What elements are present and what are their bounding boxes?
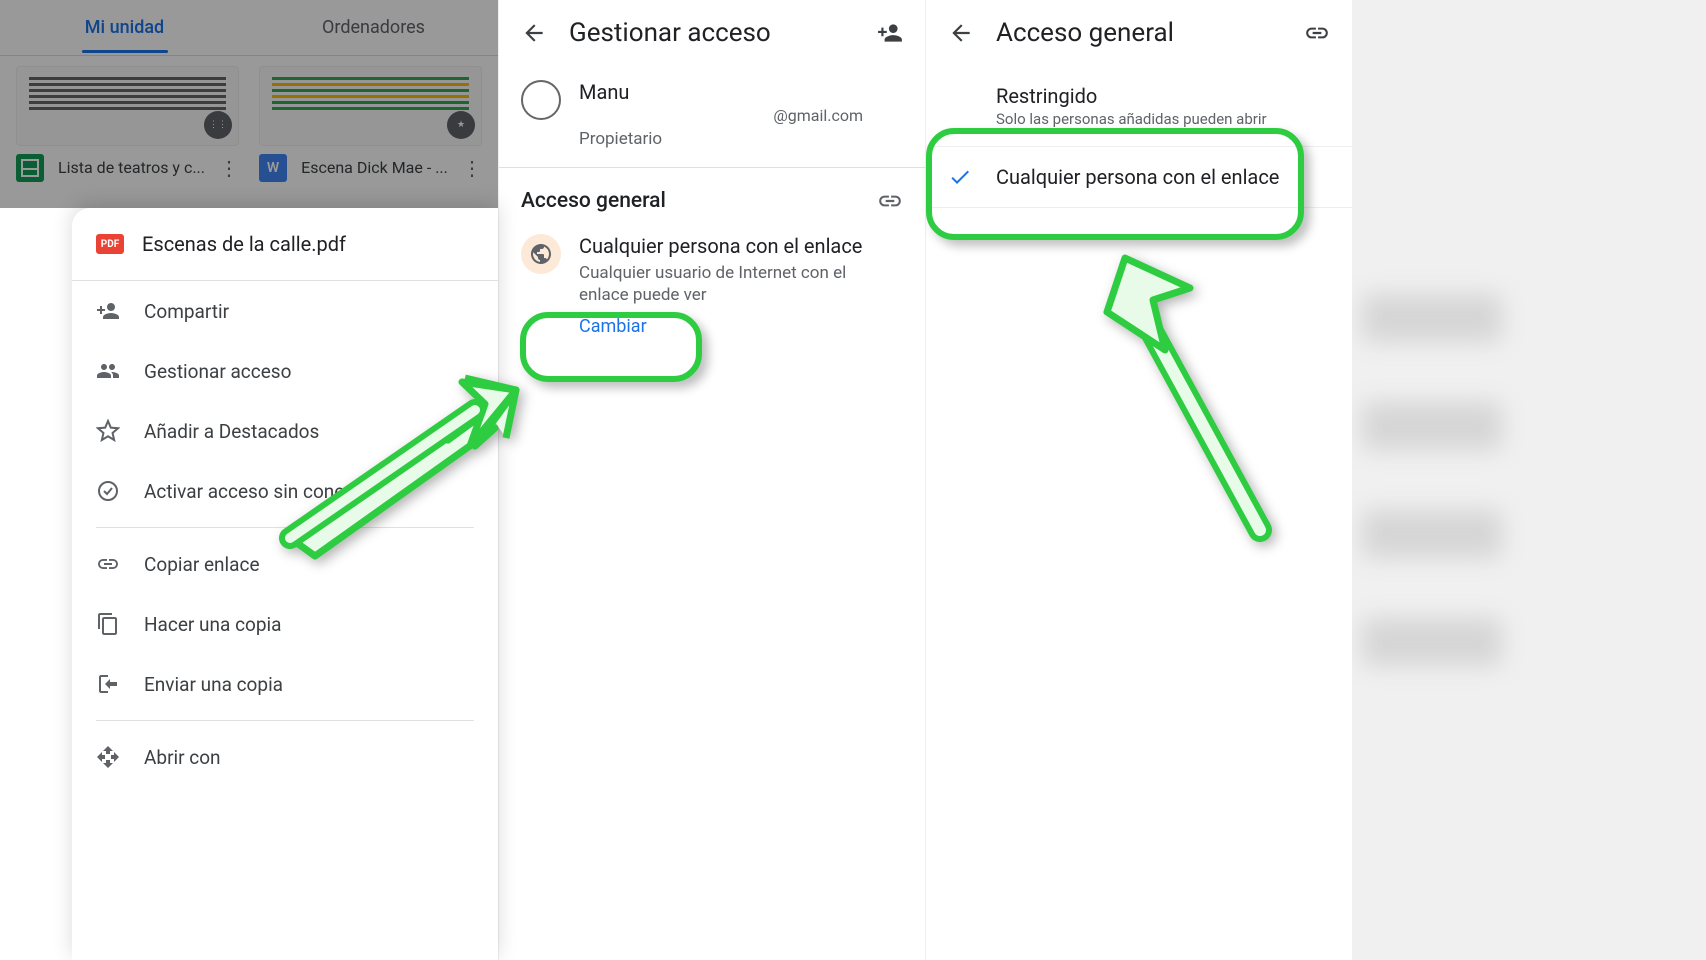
menu-label: Gestionar acceso (144, 360, 291, 383)
drive-panel: Mi unidad Ordenadores ⋮⋮ Lista de teatro… (0, 0, 498, 960)
page-title: Gestionar acceso (569, 18, 855, 48)
manage-access-panel: Gestionar acceso Manu @gmail.com Propiet… (498, 0, 925, 960)
person-name: Manu (579, 80, 903, 104)
drive-tabs: Mi unidad Ordenadores (0, 0, 498, 56)
bottom-sheet: PDF Escenas de la calle.pdf Compartir Ge… (72, 208, 498, 960)
pdf-icon: PDF (96, 234, 124, 254)
person-email: @gmail.com (579, 106, 903, 125)
general-access-panel: Acceso general Restringido Solo las pers… (925, 0, 1352, 960)
globe-icon (521, 234, 561, 274)
menu-copy-link[interactable]: Copiar enlace (72, 534, 498, 594)
person-role: Propietario (579, 129, 903, 149)
files-row: ⋮⋮ Lista de teatros y c... ⋮ ★ (0, 56, 498, 192)
copy-icon (96, 612, 120, 636)
link-icon[interactable] (877, 188, 903, 214)
link-icon (96, 552, 120, 576)
more-icon[interactable]: ⋮ (219, 156, 239, 180)
menu-label: Compartir (144, 300, 229, 323)
add-person-icon[interactable] (877, 20, 903, 46)
option-title: Restringido (996, 84, 1330, 108)
menu-offline[interactable]: Activar acceso sin conexión (72, 461, 498, 521)
check-icon (948, 165, 972, 189)
people-icon (96, 359, 120, 383)
more-icon[interactable]: ⋮ (462, 156, 482, 180)
menu-label: Hacer una copia (144, 613, 281, 636)
open-with-icon (96, 745, 120, 769)
general-access-row[interactable]: Cualquier persona con el enlace Cualquie… (499, 224, 925, 347)
sheet-file-title: Escenas de la calle.pdf (142, 232, 346, 256)
file-thumbnail: ⋮⋮ (16, 66, 239, 146)
option-anyone-link[interactable]: Cualquier persona con el enlace (926, 147, 1352, 208)
star-badge-icon: ★ (447, 111, 475, 139)
person-row[interactable]: Manu @gmail.com Propietario (499, 66, 925, 168)
avatar (521, 80, 561, 120)
file-card[interactable]: ⋮⋮ Lista de teatros y c... ⋮ (16, 66, 239, 182)
menu-label: Enviar una copia (144, 673, 283, 696)
access-title: Cualquier persona con el enlace (579, 234, 903, 258)
page-title: Acceso general (996, 18, 1282, 48)
option-restricted[interactable]: Restringido Solo las personas añadidas p… (926, 66, 1352, 147)
menu-label: Activar acceso sin conexión (144, 480, 380, 503)
menu-label: Añadir a Destacados (144, 420, 319, 443)
decorative-blur (1352, 0, 1706, 960)
tab-my-drive[interactable]: Mi unidad (0, 3, 249, 52)
access-description: Cualquier usuario de Internet con el enl… (579, 262, 859, 306)
file-name: Escena Dick Mae - ... (295, 158, 454, 178)
badge-icon: ⋮⋮ (204, 111, 232, 139)
menu-manage-access[interactable]: Gestionar acceso (72, 341, 498, 401)
sheets-icon (16, 154, 44, 182)
menu-send-copy[interactable]: Enviar una copia (72, 654, 498, 714)
menu-open-with[interactable]: Abrir con (72, 727, 498, 787)
menu-share[interactable]: Compartir (72, 281, 498, 341)
change-button[interactable]: Cambiar (579, 316, 903, 337)
offline-icon (96, 479, 120, 503)
star-icon (96, 419, 120, 443)
link-icon[interactable] (1304, 20, 1330, 46)
menu-add-starred[interactable]: Añadir a Destacados (72, 401, 498, 461)
option-title: Cualquier persona con el enlace (996, 165, 1330, 189)
send-icon (96, 672, 120, 696)
section-title: Acceso general (521, 189, 865, 213)
file-thumbnail: ★ (259, 66, 482, 146)
word-icon: W (259, 154, 287, 182)
back-icon[interactable] (521, 20, 547, 46)
option-description: Solo las personas añadidas pueden abrir (996, 110, 1330, 128)
back-icon[interactable] (948, 20, 974, 46)
menu-label: Abrir con (144, 746, 221, 769)
menu-make-copy[interactable]: Hacer una copia (72, 594, 498, 654)
file-card[interactable]: ★ W Escena Dick Mae - ... ⋮ (259, 66, 482, 182)
tab-computers[interactable]: Ordenadores (249, 3, 498, 52)
menu-label: Copiar enlace (144, 553, 260, 576)
file-name: Lista de teatros y c... (52, 158, 211, 178)
person-add-icon (96, 299, 120, 323)
